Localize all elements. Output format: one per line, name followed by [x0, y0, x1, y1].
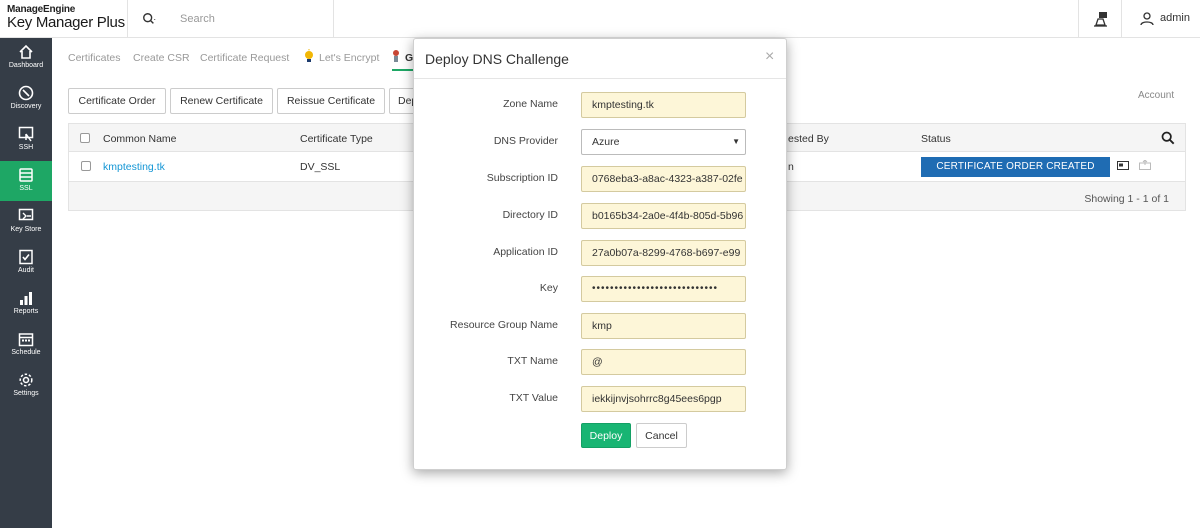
sidebar-item-label: Dashboard [8, 62, 44, 69]
renew-certificate-button[interactable]: Renew Certificate [170, 88, 273, 114]
search-bar [127, 0, 334, 38]
row-checkbox[interactable] [81, 161, 91, 171]
export-icon[interactable] [1139, 160, 1152, 170]
application-id-field[interactable]: 27a0b07a-8299-4768-b697-e99 [581, 240, 746, 266]
certificate-type: DV_SSL [300, 161, 341, 173]
user-icon [1140, 12, 1154, 26]
select-all-checkbox[interactable] [80, 133, 90, 143]
dns-provider-row: DNS Provider Azure ▼ [414, 129, 786, 155]
subscription-id-row: Subscription ID 0768eba3-a8ac-4323-a387-… [414, 166, 786, 192]
dns-provider-select[interactable]: Azure ▼ [581, 129, 746, 155]
directory-id-row: Directory ID b0165b34-2a0e-4f4b-805d-5b9… [414, 203, 786, 229]
calendar-icon [18, 333, 34, 347]
dropdown-arrow-icon: ▼ [732, 137, 740, 146]
close-icon[interactable]: × [765, 48, 774, 66]
product-name: Key Manager Plus [7, 14, 125, 31]
txt-value-field[interactable]: iekkijnvjsohrrc8g45ees6pgp [581, 386, 746, 412]
column-status[interactable]: Status [921, 133, 951, 145]
column-common-name[interactable]: Common Name [103, 133, 177, 145]
sidebar-item-label: Key Store [10, 226, 42, 233]
tab-active-partial[interactable]: G [405, 52, 413, 64]
status-badge[interactable]: CERTIFICATE ORDER CREATED [921, 157, 1110, 177]
sidebar-item-label: Reports [13, 308, 39, 315]
sidebar-item-label: SSH [18, 144, 34, 151]
notification-icon [1094, 12, 1107, 27]
sidebar-item-label: Discovery [10, 103, 42, 110]
sidebar-item-dashboard[interactable]: Dashboard [0, 38, 52, 78]
tab-create-csr[interactable]: Create CSR [133, 52, 190, 64]
dns-provider-value: Azure [592, 136, 620, 148]
subscription-id-field[interactable]: 0768eba3-a8ac-4323-a387-02fe [581, 166, 746, 192]
tab-icon [393, 50, 399, 62]
zone-name-label: Zone Name [503, 98, 558, 110]
app-logo[interactable]: ManageEngine Key Manager Plus [7, 4, 127, 34]
search-input[interactable] [180, 11, 320, 27]
resource-group-field[interactable]: kmp [581, 313, 746, 339]
txt-name-label: TXT Name [507, 355, 558, 367]
txt-value-row: TXT Value iekkijnvjsohrrc8g45ees6pgp [414, 386, 786, 412]
zone-name-row: Zone Name kmptesting.tk [414, 92, 786, 118]
column-requested-by[interactable]: ested By [788, 133, 829, 145]
active-tab-underline [392, 69, 413, 71]
discovery-icon [18, 85, 34, 101]
application-id-row: Application ID 27a0b07a-8299-4768-b697-e… [414, 240, 786, 266]
lets-encrypt-icon [305, 49, 313, 62]
sidebar-item-label: Audit [18, 267, 34, 274]
sidebar-item-key-store[interactable]: Key Store [0, 202, 52, 242]
sidebar-item-schedule[interactable]: Schedule [0, 325, 52, 365]
key-store-icon [18, 208, 34, 221]
certificate-card-icon[interactable] [1117, 161, 1129, 170]
tab-lets-encrypt[interactable]: Let's Encrypt [319, 52, 379, 64]
sidebar-item-reports[interactable]: Reports [0, 284, 52, 324]
notification-button[interactable] [1078, 0, 1122, 38]
resource-group-label: Resource Group Name [450, 319, 558, 331]
tab-certificates[interactable]: Certificates [68, 52, 121, 64]
common-name-link[interactable]: kmptesting.tk [103, 161, 165, 173]
search-icon[interactable] [1161, 131, 1175, 145]
tab-certificate-request[interactable]: Certificate Request [200, 52, 289, 64]
deploy-dns-challenge-dialog: Deploy DNS Challenge × Zone Name kmptest… [413, 38, 787, 470]
top-header: ManageEngine Key Manager Plus admin [0, 0, 1200, 38]
username: admin [1160, 12, 1190, 24]
pagination-info: Showing 1 - 1 of 1 [1084, 193, 1169, 205]
ssl-icon [19, 168, 33, 182]
application-id-label: Application ID [493, 246, 558, 258]
certificate-order-button[interactable]: Certificate Order [68, 88, 166, 114]
directory-id-field[interactable]: b0165b34-2a0e-4f4b-805d-5b96 [581, 203, 746, 229]
sidebar-item-audit[interactable]: Audit [0, 243, 52, 283]
resource-group-row: Resource Group Name kmp [414, 313, 786, 339]
sidebar-item-ssl[interactable]: SSL [0, 161, 52, 201]
key-password-field[interactable]: •••••••••••••••••••••••••••• [581, 276, 746, 302]
dialog-title: Deploy DNS Challenge [425, 51, 569, 67]
column-certificate-type[interactable]: Certificate Type [300, 133, 373, 145]
key-row: Key •••••••••••••••••••••••••••• [414, 276, 786, 302]
sidebar-item-label: SSL [19, 185, 33, 192]
requested-by: n [788, 161, 794, 173]
txt-name-field[interactable]: @ [581, 349, 746, 375]
subscription-id-label: Subscription ID [486, 172, 558, 184]
dns-provider-label: DNS Provider [493, 135, 558, 147]
txt-value-label: TXT Value [509, 392, 558, 404]
deploy-submit-button[interactable]: Deploy [581, 423, 631, 448]
sidebar-item-label: Schedule [11, 349, 41, 356]
search-icon[interactable] [142, 12, 156, 26]
dialog-header: Deploy DNS Challenge × [414, 39, 786, 79]
sidebar-item-label: Settings [13, 390, 39, 397]
cancel-button[interactable]: Cancel [636, 423, 687, 448]
reports-icon [20, 292, 32, 305]
reissue-certificate-button[interactable]: Reissue Certificate [277, 88, 385, 114]
key-label: Key [539, 282, 558, 294]
sidebar-item-settings[interactable]: Settings [0, 366, 52, 406]
account-link[interactable]: Account [1138, 90, 1174, 101]
sidebar-item-ssh[interactable]: SSH [0, 120, 52, 160]
sidebar-item-discovery[interactable]: Discovery [0, 79, 52, 119]
zone-name-field[interactable]: kmptesting.tk [581, 92, 746, 118]
directory-id-label: Directory ID [502, 209, 558, 221]
txt-name-row: TXT Name @ [414, 349, 786, 375]
home-icon [19, 44, 33, 59]
gear-icon [19, 373, 33, 387]
ssh-icon [18, 126, 34, 142]
audit-icon [19, 249, 33, 265]
sidebar: Dashboard Discovery SSH SSL Key Store Au… [0, 38, 52, 528]
